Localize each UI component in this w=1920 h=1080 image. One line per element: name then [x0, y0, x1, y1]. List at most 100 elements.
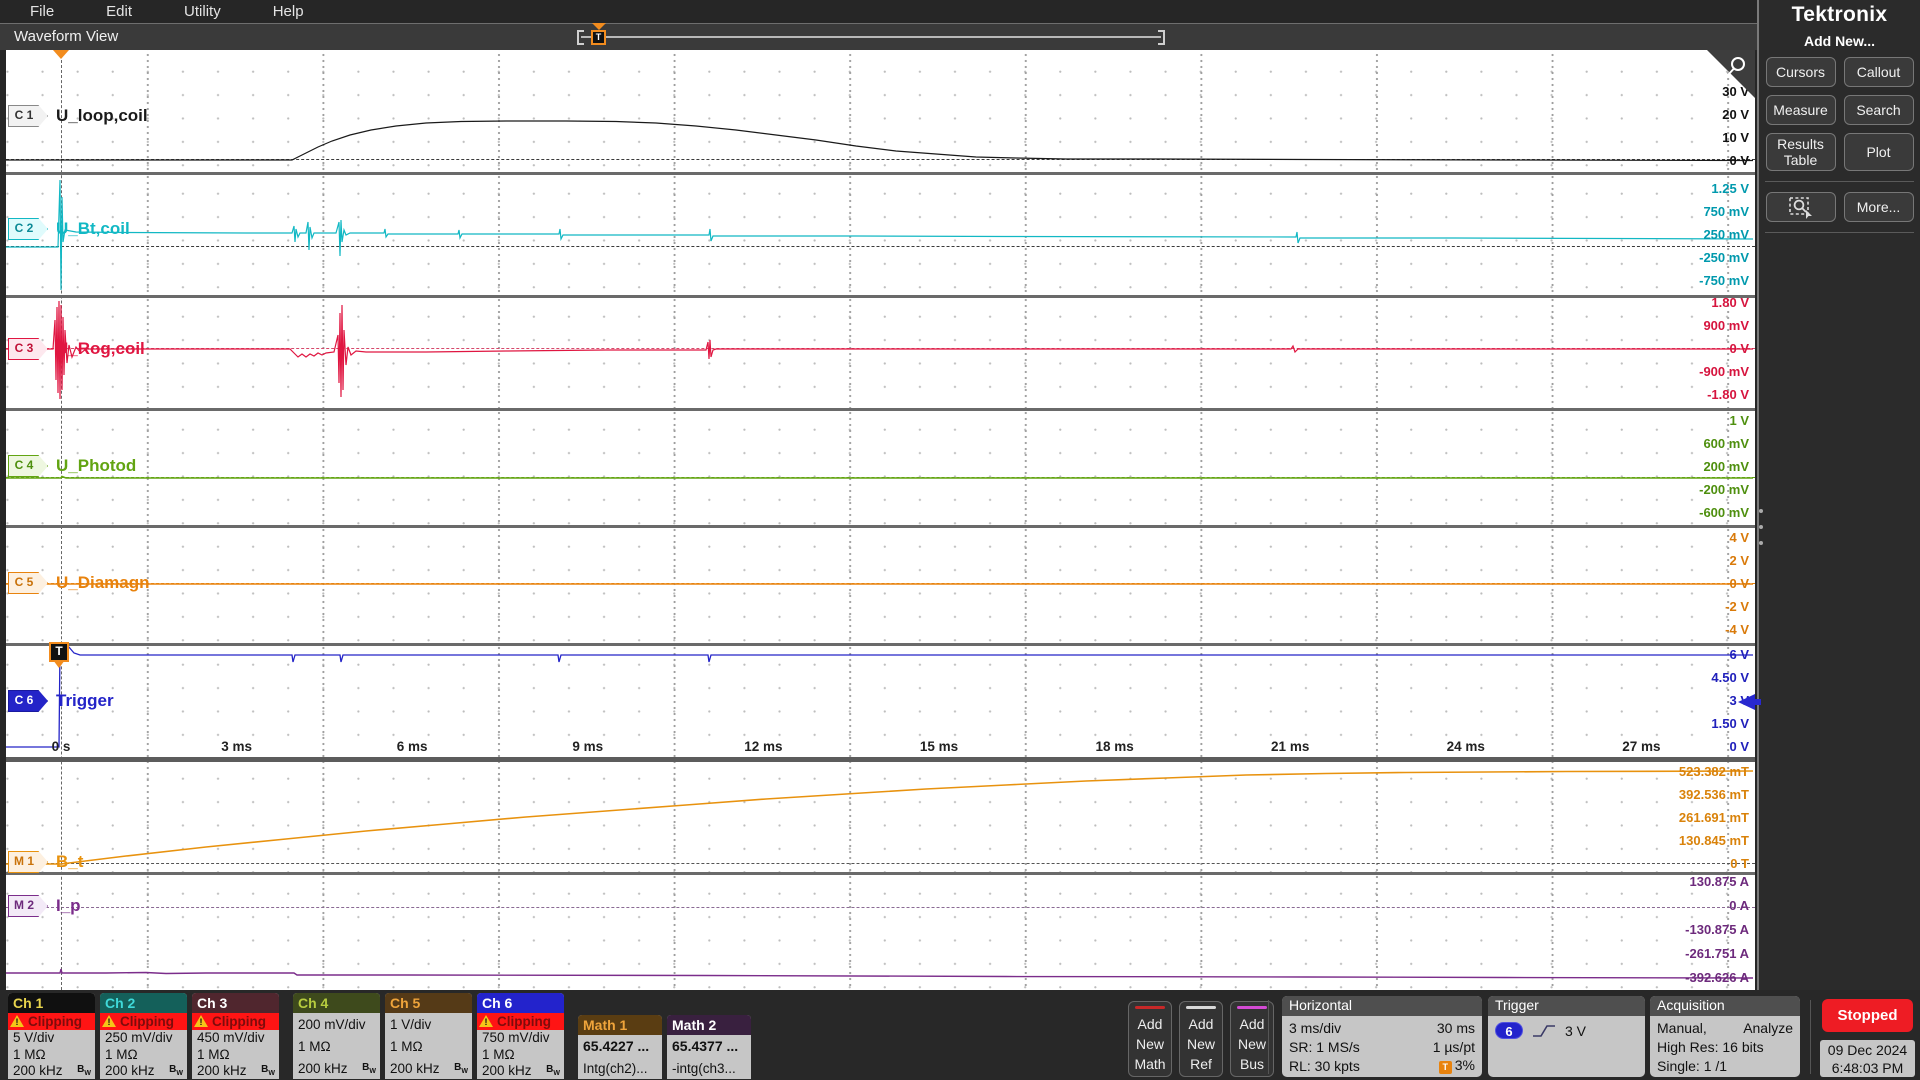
- horizontal-row: RL: 30 kpts T 3%: [1289, 1056, 1475, 1075]
- scale-label-c3: 900 mV: [1703, 318, 1749, 333]
- badge-ch2[interactable]: Ch 2! Clipping 250 mV/div 1 MΩ 200 kHz BW: [100, 992, 187, 1079]
- menu-item-utility[interactable]: Utility: [184, 3, 221, 20]
- channel-slice-m1: M 1 B_t 523.382 mT 392.536 mT 261.691 mT 130.…: [6, 757, 1755, 873]
- horizontal-minimap[interactable]: T: [577, 23, 1165, 45]
- badge-row: 1 V/div: [390, 1016, 432, 1032]
- scale-label-c4: -200 mV: [1699, 482, 1749, 497]
- badge-row: 200 kHz BW: [105, 1063, 183, 1079]
- badge-ch6[interactable]: Ch 6! Clipping 750 mV/div 1 MΩ 200 kHz BW: [477, 992, 564, 1079]
- scale-label-m1: 392.536 mT: [1678, 787, 1749, 802]
- badge-row: 65.4377 ...: [672, 1038, 739, 1054]
- scale-label-c3: -900 mV: [1699, 364, 1749, 379]
- minimap-trigger-marker-icon[interactable]: T: [591, 30, 606, 45]
- search-button[interactable]: Search: [1843, 95, 1914, 125]
- time-tick-label: 0 s: [51, 739, 71, 754]
- add-new-math-button[interactable]: Add New Math: [1128, 1001, 1172, 1077]
- trigger-level-arrow-icon[interactable]: [1738, 694, 1761, 710]
- date: 09 Dec 2024: [1827, 1042, 1908, 1058]
- channel-slice-c4: C 4 U_Photod 1 V 600 mV 200 mV -200 mV -600 mV: [6, 408, 1755, 525]
- plot-button[interactable]: Plot: [1843, 133, 1914, 171]
- horizontal-value: SR: 1 MS/s: [1289, 1038, 1360, 1055]
- minimap-right-bracket[interactable]: [1158, 30, 1165, 45]
- menu-item-edit[interactable]: Edit: [106, 3, 132, 20]
- scale-label-c2: 750 mV: [1703, 204, 1749, 219]
- divider: [1268, 1000, 1269, 1074]
- oscilloscope-app: File Edit Utility Help Waveform View T C 1U…: [0, 0, 1920, 1080]
- date-time: 09 Dec 2024 6:48:03 PM: [1820, 1040, 1915, 1077]
- minimap-trigger-triangle-icon: [592, 23, 606, 30]
- cursors-button[interactable]: Cursors: [1765, 57, 1836, 87]
- warning-exclamation: !: [107, 1016, 111, 1027]
- time-tick-label: 12 ms: [744, 739, 783, 754]
- acquisition-panel[interactable]: Acquisition Manual, Analyze High Res: 16…: [1650, 996, 1800, 1077]
- badge-header: Ch 1: [8, 992, 95, 1013]
- scale-label-m1: 130.845 mT: [1678, 833, 1749, 848]
- waveform-trace-m1: [6, 770, 1754, 865]
- badge-row: 750 mV/div: [482, 1030, 550, 1046]
- scale-label-c2: 250 mV: [1703, 227, 1749, 242]
- menu-item-file[interactable]: File: [30, 3, 54, 20]
- scale-label-m1: 523.382 mT: [1678, 764, 1749, 779]
- scale-label-c3: 1.80 V: [1711, 295, 1749, 310]
- callout-button[interactable]: Callout: [1843, 57, 1914, 87]
- badge-row: 200 kHz BW: [298, 1060, 376, 1076]
- badge-row: -intg(ch3...: [672, 1060, 736, 1076]
- badge-math2[interactable]: Math 2 65.4377 ... -intg(ch3...: [667, 1015, 751, 1079]
- channel-label-c2: U_Bt,coil: [56, 219, 130, 238]
- panel-drag-handle[interactable]: [1756, 503, 1765, 551]
- add-new-ref-button[interactable]: Add New Ref: [1179, 1001, 1223, 1077]
- badge-ch3[interactable]: Ch 3! Clipping 450 mV/div 1 MΩ 200 kHz BW: [192, 992, 279, 1079]
- horizontal-value: 30 ms: [1436, 1019, 1475, 1036]
- panel-divider: [1765, 181, 1914, 182]
- scale-label-c4: 1 V: [1729, 413, 1749, 428]
- more-button[interactable]: More...: [1843, 192, 1914, 222]
- horizontal-value: 1 µs/pt: [1432, 1038, 1475, 1055]
- scale-label-c6: 6 V: [1729, 647, 1749, 662]
- zoom-select-button[interactable]: [1765, 192, 1836, 222]
- warning-exclamation: !: [15, 1016, 19, 1027]
- badge-row: 1 MΩ: [482, 1046, 515, 1062]
- tab-waveform-view[interactable]: Waveform View: [14, 28, 118, 45]
- horizontal-row: SR: 1 MS/s 1 µs/pt: [1289, 1037, 1475, 1056]
- time-tick-label: 15 ms: [919, 739, 959, 754]
- acquisition-single: Single: 1 /1: [1657, 1057, 1728, 1074]
- trigger-position-triangle-icon[interactable]: [53, 50, 69, 59]
- horizontal-value: 3 ms/div: [1289, 1019, 1342, 1036]
- results-table-button[interactable]: Results Table: [1765, 133, 1836, 171]
- warning-exclamation: !: [484, 1016, 488, 1027]
- zoom-corner-button[interactable]: [1707, 50, 1755, 98]
- trigger-source-marker-icon[interactable]: T: [49, 642, 69, 668]
- panel-row-2: More...: [1759, 192, 1920, 222]
- acquisition-mode: Manual,: [1657, 1019, 1707, 1036]
- tektronix-logo: Tektronix: [1791, 3, 1888, 26]
- warning-exclamation: !: [199, 1016, 203, 1027]
- scale-label-c5: 0 V: [1729, 576, 1749, 591]
- badge-row: 200 kHz BW: [13, 1063, 91, 1079]
- time-tick-label: 3 ms: [221, 739, 252, 754]
- waveform-trace-m2: [6, 968, 1754, 979]
- badge-ch5[interactable]: Ch 5 1 V/div 1 MΩ 200 kHz BW: [385, 993, 472, 1079]
- scale-label-c5: -2 V: [1725, 599, 1749, 614]
- menu-item-help[interactable]: Help: [273, 3, 304, 20]
- time-tick-label: 18 ms: [1095, 739, 1134, 754]
- acquisition-panel-title: Acquisition: [1650, 996, 1800, 1016]
- scale-label-c6: 1.50 V: [1711, 716, 1749, 731]
- badge-math1[interactable]: Math 1 65.4227 ... Intg(ch2)...: [578, 1015, 662, 1079]
- trigger-panel[interactable]: Trigger 6 3 V: [1488, 996, 1645, 1077]
- minimap-left-bracket[interactable]: [577, 30, 584, 45]
- waveform-trace-c1: [6, 120, 1754, 162]
- time-tick-label: 21 ms: [1271, 739, 1310, 754]
- scale-label-c5: 2 V: [1729, 553, 1749, 568]
- badge-ch4[interactable]: Ch 4 200 mV/div 1 MΩ 200 kHz BW: [293, 993, 380, 1079]
- scale-label-m2: -130.875 A: [1685, 922, 1749, 937]
- acquisition-resolution: High Res: 16 bits: [1657, 1038, 1764, 1055]
- badge-row: 1 MΩ: [197, 1046, 230, 1062]
- menu-items: File Edit Utility Help: [0, 3, 304, 20]
- add-new-header: Add New...: [1803, 33, 1876, 49]
- warning-icon: !: [479, 1014, 494, 1028]
- measure-button[interactable]: Measure: [1765, 95, 1836, 125]
- badge-header: Ch 5: [385, 993, 472, 1013]
- run-state-button[interactable]: Stopped: [1822, 999, 1913, 1032]
- badge-ch1[interactable]: Ch 1! Clipping 5 V/div 1 MΩ 200 kHz BW: [8, 992, 95, 1079]
- horizontal-panel[interactable]: Horizontal 3 ms/div 30 ms SR: 1 MS/s 1 µs/p…: [1282, 996, 1482, 1077]
